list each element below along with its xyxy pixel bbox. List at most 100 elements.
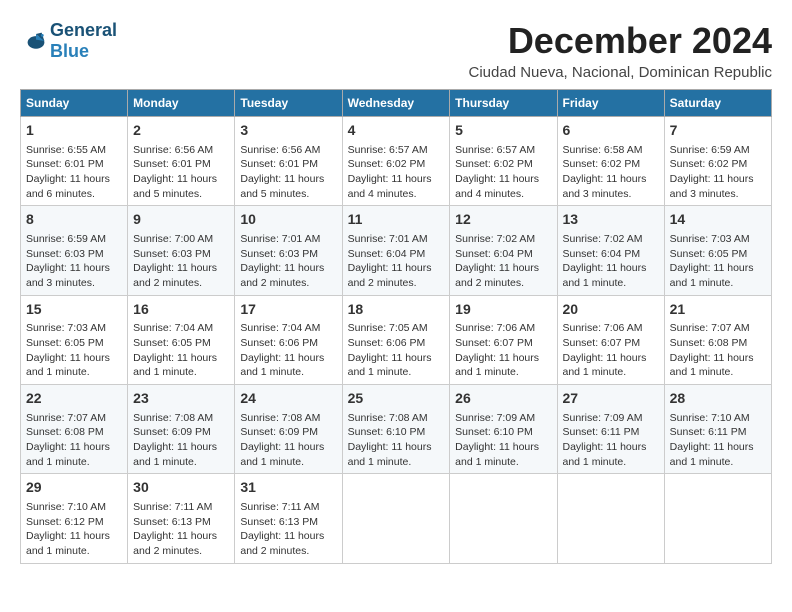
calendar-cell: 19Sunrise: 7:06 AMSunset: 6:07 PMDayligh… — [450, 295, 557, 384]
day-content: Sunrise: 7:08 AMSunset: 6:09 PMDaylight:… — [240, 411, 336, 470]
header-row: Sunday Monday Tuesday Wednesday Thursday… — [21, 90, 772, 117]
calendar-cell: 3Sunrise: 6:56 AMSunset: 6:01 PMDaylight… — [235, 117, 342, 206]
col-monday: Monday — [128, 90, 235, 117]
day-number: 2 — [133, 121, 229, 141]
calendar-cell — [342, 474, 450, 563]
day-number: 13 — [563, 210, 659, 230]
day-number: 3 — [240, 121, 336, 141]
calendar-week-2: 15Sunrise: 7:03 AMSunset: 6:05 PMDayligh… — [21, 295, 772, 384]
day-content: Sunrise: 7:07 AMSunset: 6:08 PMDaylight:… — [26, 411, 122, 470]
day-content: Sunrise: 7:05 AMSunset: 6:06 PMDaylight:… — [348, 321, 445, 380]
logo: General Blue — [20, 20, 117, 62]
calendar-cell: 15Sunrise: 7:03 AMSunset: 6:05 PMDayligh… — [21, 295, 128, 384]
calendar-cell: 28Sunrise: 7:10 AMSunset: 6:11 PMDayligh… — [664, 385, 771, 474]
calendar-header: Sunday Monday Tuesday Wednesday Thursday… — [21, 90, 772, 117]
logo-icon — [22, 27, 50, 55]
calendar-cell: 21Sunrise: 7:07 AMSunset: 6:08 PMDayligh… — [664, 295, 771, 384]
logo-general-text: General — [50, 20, 117, 40]
day-content: Sunrise: 7:03 AMSunset: 6:05 PMDaylight:… — [670, 232, 766, 291]
day-number: 31 — [240, 478, 336, 498]
calendar-cell: 20Sunrise: 7:06 AMSunset: 6:07 PMDayligh… — [557, 295, 664, 384]
day-number: 23 — [133, 389, 229, 409]
day-content: Sunrise: 7:08 AMSunset: 6:10 PMDaylight:… — [348, 411, 445, 470]
day-number: 14 — [670, 210, 766, 230]
day-content: Sunrise: 6:59 AMSunset: 6:02 PMDaylight:… — [670, 143, 766, 202]
day-number: 5 — [455, 121, 551, 141]
header: General Blue December 2024 Ciudad Nueva,… — [20, 20, 772, 81]
day-content: Sunrise: 7:11 AMSunset: 6:13 PMDaylight:… — [133, 500, 229, 559]
calendar-cell — [557, 474, 664, 563]
day-content: Sunrise: 7:06 AMSunset: 6:07 PMDaylight:… — [563, 321, 659, 380]
calendar-cell: 13Sunrise: 7:02 AMSunset: 6:04 PMDayligh… — [557, 206, 664, 295]
page-container: General Blue December 2024 Ciudad Nueva,… — [20, 20, 772, 564]
month-title: December 2024 — [469, 20, 773, 62]
calendar-cell: 23Sunrise: 7:08 AMSunset: 6:09 PMDayligh… — [128, 385, 235, 474]
day-number: 17 — [240, 300, 336, 320]
day-content: Sunrise: 7:09 AMSunset: 6:10 PMDaylight:… — [455, 411, 551, 470]
calendar-cell: 8Sunrise: 6:59 AMSunset: 6:03 PMDaylight… — [21, 206, 128, 295]
calendar-cell: 26Sunrise: 7:09 AMSunset: 6:10 PMDayligh… — [450, 385, 557, 474]
col-tuesday: Tuesday — [235, 90, 342, 117]
logo-blue-text: Blue — [50, 41, 89, 61]
col-sunday: Sunday — [21, 90, 128, 117]
calendar-table: Sunday Monday Tuesday Wednesday Thursday… — [20, 89, 772, 564]
calendar-cell: 17Sunrise: 7:04 AMSunset: 6:06 PMDayligh… — [235, 295, 342, 384]
day-number: 30 — [133, 478, 229, 498]
day-content: Sunrise: 7:04 AMSunset: 6:06 PMDaylight:… — [240, 321, 336, 380]
day-number: 22 — [26, 389, 122, 409]
calendar-cell: 4Sunrise: 6:57 AMSunset: 6:02 PMDaylight… — [342, 117, 450, 206]
col-saturday: Saturday — [664, 90, 771, 117]
day-number: 16 — [133, 300, 229, 320]
calendar-cell: 11Sunrise: 7:01 AMSunset: 6:04 PMDayligh… — [342, 206, 450, 295]
calendar-cell: 2Sunrise: 6:56 AMSunset: 6:01 PMDaylight… — [128, 117, 235, 206]
calendar-week-3: 22Sunrise: 7:07 AMSunset: 6:08 PMDayligh… — [21, 385, 772, 474]
day-content: Sunrise: 6:57 AMSunset: 6:02 PMDaylight:… — [348, 143, 445, 202]
calendar-cell: 1Sunrise: 6:55 AMSunset: 6:01 PMDaylight… — [21, 117, 128, 206]
day-number: 15 — [26, 300, 122, 320]
day-number: 19 — [455, 300, 551, 320]
calendar-cell: 10Sunrise: 7:01 AMSunset: 6:03 PMDayligh… — [235, 206, 342, 295]
col-friday: Friday — [557, 90, 664, 117]
day-content: Sunrise: 7:07 AMSunset: 6:08 PMDaylight:… — [670, 321, 766, 380]
calendar-cell: 7Sunrise: 6:59 AMSunset: 6:02 PMDaylight… — [664, 117, 771, 206]
col-thursday: Thursday — [450, 90, 557, 117]
day-content: Sunrise: 7:03 AMSunset: 6:05 PMDaylight:… — [26, 321, 122, 380]
day-content: Sunrise: 6:57 AMSunset: 6:02 PMDaylight:… — [455, 143, 551, 202]
calendar-body: 1Sunrise: 6:55 AMSunset: 6:01 PMDaylight… — [21, 117, 772, 564]
day-content: Sunrise: 6:58 AMSunset: 6:02 PMDaylight:… — [563, 143, 659, 202]
calendar-week-1: 8Sunrise: 6:59 AMSunset: 6:03 PMDaylight… — [21, 206, 772, 295]
day-number: 21 — [670, 300, 766, 320]
calendar-cell: 27Sunrise: 7:09 AMSunset: 6:11 PMDayligh… — [557, 385, 664, 474]
day-content: Sunrise: 7:01 AMSunset: 6:03 PMDaylight:… — [240, 232, 336, 291]
day-number: 25 — [348, 389, 445, 409]
day-number: 11 — [348, 210, 445, 230]
calendar-cell: 18Sunrise: 7:05 AMSunset: 6:06 PMDayligh… — [342, 295, 450, 384]
col-wednesday: Wednesday — [342, 90, 450, 117]
calendar-cell: 12Sunrise: 7:02 AMSunset: 6:04 PMDayligh… — [450, 206, 557, 295]
calendar-week-4: 29Sunrise: 7:10 AMSunset: 6:12 PMDayligh… — [21, 474, 772, 563]
subtitle: Ciudad Nueva, Nacional, Dominican Republ… — [469, 64, 773, 81]
calendar-cell: 14Sunrise: 7:03 AMSunset: 6:05 PMDayligh… — [664, 206, 771, 295]
day-content: Sunrise: 7:00 AMSunset: 6:03 PMDaylight:… — [133, 232, 229, 291]
day-content: Sunrise: 7:08 AMSunset: 6:09 PMDaylight:… — [133, 411, 229, 470]
day-content: Sunrise: 6:55 AMSunset: 6:01 PMDaylight:… — [26, 143, 122, 202]
day-content: Sunrise: 7:01 AMSunset: 6:04 PMDaylight:… — [348, 232, 445, 291]
day-number: 6 — [563, 121, 659, 141]
day-number: 28 — [670, 389, 766, 409]
day-content: Sunrise: 7:11 AMSunset: 6:13 PMDaylight:… — [240, 500, 336, 559]
calendar-cell: 25Sunrise: 7:08 AMSunset: 6:10 PMDayligh… — [342, 385, 450, 474]
calendar-cell: 22Sunrise: 7:07 AMSunset: 6:08 PMDayligh… — [21, 385, 128, 474]
calendar-cell: 9Sunrise: 7:00 AMSunset: 6:03 PMDaylight… — [128, 206, 235, 295]
day-number: 8 — [26, 210, 122, 230]
day-number: 18 — [348, 300, 445, 320]
calendar-cell: 29Sunrise: 7:10 AMSunset: 6:12 PMDayligh… — [21, 474, 128, 563]
calendar-week-0: 1Sunrise: 6:55 AMSunset: 6:01 PMDaylight… — [21, 117, 772, 206]
day-content: Sunrise: 7:02 AMSunset: 6:04 PMDaylight:… — [455, 232, 551, 291]
day-content: Sunrise: 6:56 AMSunset: 6:01 PMDaylight:… — [133, 143, 229, 202]
day-number: 9 — [133, 210, 229, 230]
day-content: Sunrise: 6:56 AMSunset: 6:01 PMDaylight:… — [240, 143, 336, 202]
day-number: 24 — [240, 389, 336, 409]
calendar-cell: 31Sunrise: 7:11 AMSunset: 6:13 PMDayligh… — [235, 474, 342, 563]
day-number: 20 — [563, 300, 659, 320]
day-number: 7 — [670, 121, 766, 141]
